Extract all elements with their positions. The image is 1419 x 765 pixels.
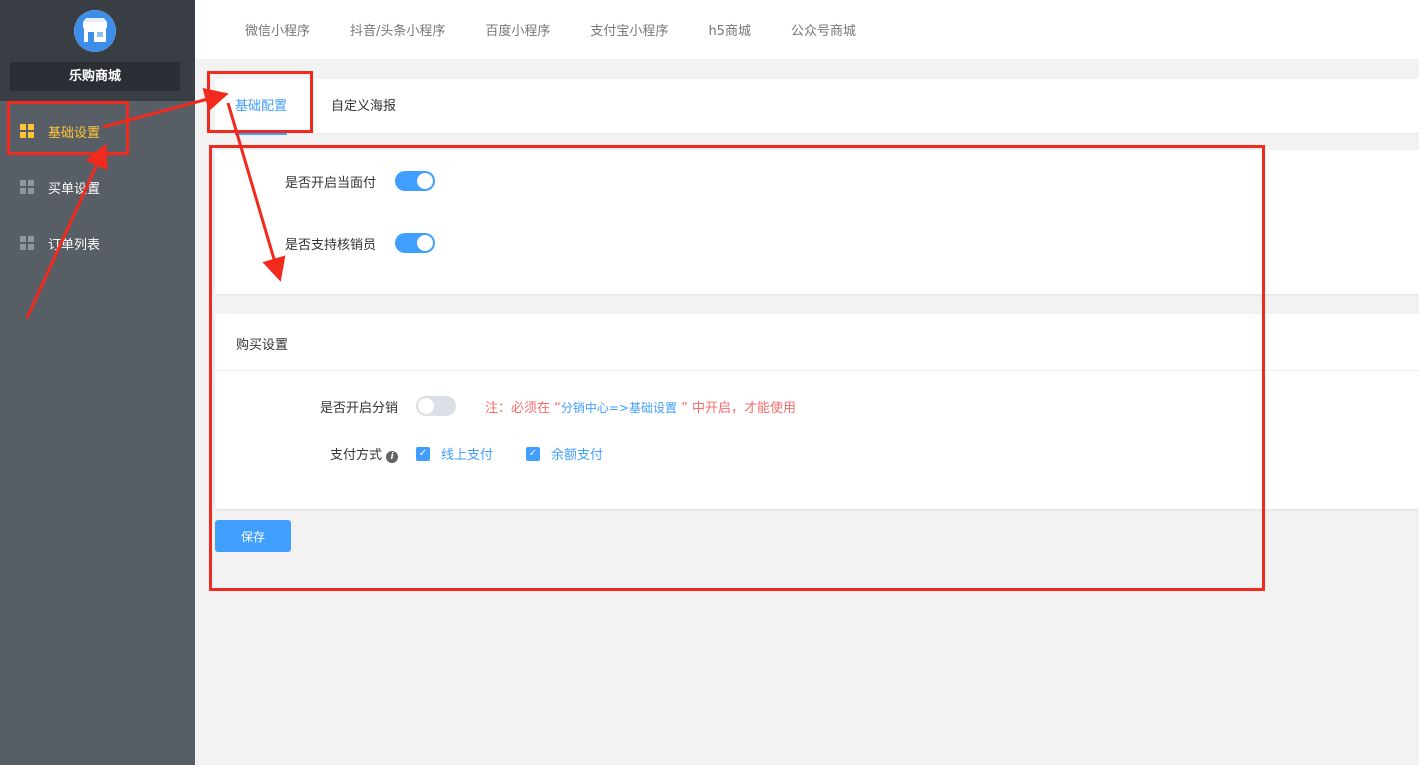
card-title: 购买设置: [236, 338, 289, 353]
grid-icon: [20, 236, 34, 250]
face-pay-switch[interactable]: [395, 171, 435, 191]
switch-knob: [417, 235, 433, 251]
sidebar-item-checkout-settings[interactable]: 买单设置: [0, 159, 195, 215]
sidebar-item-label: 订单列表: [48, 237, 101, 253]
pay-method-text: 支付方式: [330, 448, 383, 463]
grid-icon: [20, 180, 34, 194]
info-icon[interactable]: i: [386, 451, 399, 463]
topnav-official-account-mall[interactable]: 公众号商城: [791, 20, 856, 39]
switch-knob: [418, 398, 434, 414]
card-header: 购买设置: [215, 314, 1419, 371]
topnav-wechat-miniprogram[interactable]: 微信小程序: [245, 20, 310, 39]
note-prefix: 注：必须在 “: [485, 401, 561, 416]
grid-icon: [20, 124, 34, 138]
top-nav: 微信小程序 抖音/头条小程序 百度小程序 支付宝小程序 h5商城 公众号商城: [195, 0, 1419, 59]
distribution-switch[interactable]: [416, 396, 456, 416]
verifier-switch[interactable]: [395, 233, 435, 253]
sidebar-header: 乐购商城: [0, 0, 195, 101]
shop-name: 乐购商城: [10, 62, 180, 91]
sidebar-item-basic-settings[interactable]: 基础设置: [0, 103, 195, 159]
save-button[interactable]: 保存: [215, 520, 291, 552]
face-pay-label: 是否开启当面付: [285, 176, 377, 191]
checkbox-balance-pay[interactable]: ✓ 余额支付: [526, 444, 603, 463]
distribution-note: 注：必须在 “分销中心=>基础设置 ” 中开启，才能使用: [485, 397, 796, 416]
sidebar-item-label: 基础设置: [48, 125, 101, 141]
purchase-settings-card: 购买设置 是否开启分销 注：必须在 “分销中心=>基础设置 ” 中开启，才能使用…: [215, 314, 1419, 509]
checkbox-label: 余额支付: [551, 448, 604, 463]
tab-bar: 基础配置 自定义海报: [215, 79, 1419, 135]
topnav-baidu-miniprogram[interactable]: 百度小程序: [485, 20, 550, 39]
distribution-label: 是否开启分销: [320, 401, 399, 416]
topnav-douyin-miniprogram[interactable]: 抖音/头条小程序: [350, 20, 445, 39]
shop-logo-icon: [74, 10, 116, 52]
sidebar-item-order-list[interactable]: 订单列表: [0, 215, 195, 271]
sidebar-item-label: 买单设置: [48, 181, 101, 197]
checkmark-icon: ✓: [416, 446, 430, 461]
checkbox-label: 线上支付: [441, 448, 494, 463]
basic-settings-card: 是否开启当面付 是否支持核销员: [215, 150, 1419, 294]
pay-method-label: 支付方式 i: [330, 444, 399, 463]
checkmark-icon: ✓: [526, 446, 540, 461]
sidebar: 乐购商城 基础设置 买单设置 订单列表: [0, 0, 195, 765]
checkbox-online-pay[interactable]: ✓ 线上支付: [416, 444, 493, 463]
tab-custom-poster[interactable]: 自定义海报: [331, 79, 396, 134]
switch-knob: [417, 173, 433, 189]
tab-basic-config[interactable]: 基础配置: [235, 79, 288, 135]
topnav-h5-mall[interactable]: h5商城: [708, 20, 751, 39]
note-suffix: ” 中开启，才能使用: [677, 401, 796, 416]
note-link[interactable]: 分销中心=>基础设置: [561, 401, 677, 415]
verifier-label: 是否支持核销员: [285, 238, 377, 253]
topnav-alipay-miniprogram[interactable]: 支付宝小程序: [590, 20, 668, 39]
